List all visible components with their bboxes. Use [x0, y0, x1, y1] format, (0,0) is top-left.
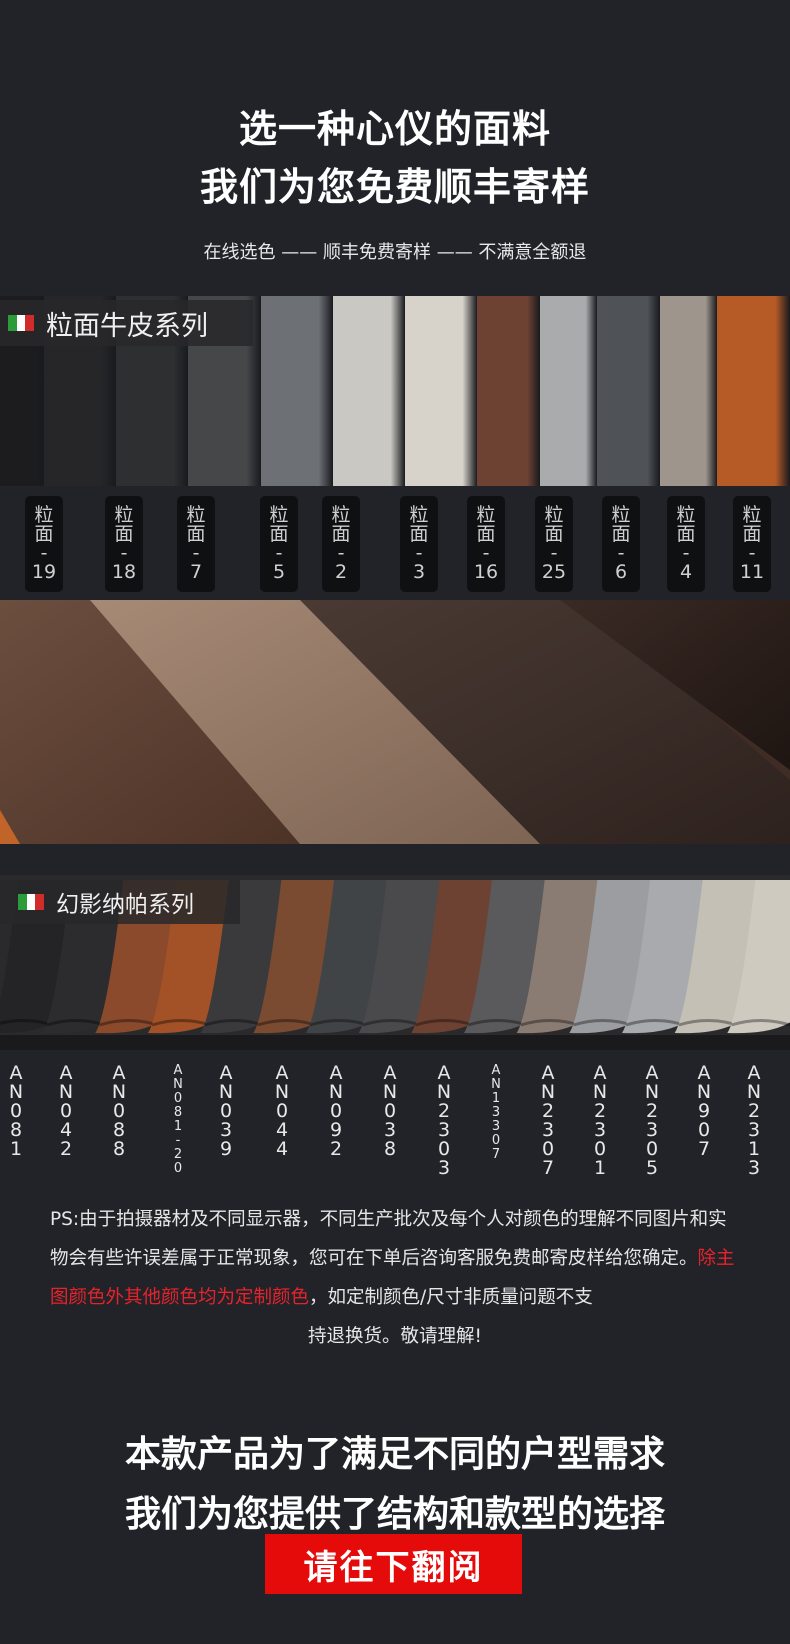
label-char: 7	[189, 561, 203, 583]
code-char: 3	[437, 1157, 451, 1179]
nappa-swatch-code: AN081	[4, 1064, 28, 1159]
code-char: N	[173, 1077, 183, 1092]
nappa-swatch-codes: AN081AN042AN088AN081-20AN039AN044AN092AN…	[0, 1064, 790, 1188]
label-char: 25	[541, 561, 567, 583]
label-char: 6	[614, 561, 628, 583]
disclaimer-last-line: 持退换货。敬请理解!	[308, 1326, 482, 1347]
grain-swatch-label: 粒面-6	[602, 496, 640, 592]
nappa-swatch-code: AN2301	[588, 1064, 612, 1178]
disclaimer-text: PS:由于拍摄器材及不同显示器，不同生产批次及每个人对颜色的理解不同图片和实物会…	[50, 1209, 727, 1269]
nappa-swatch-code: AN092	[324, 1064, 348, 1159]
code-char: 4	[275, 1138, 289, 1160]
nappa-swatch-code: AN039	[214, 1064, 238, 1159]
code-char: 1	[9, 1138, 23, 1160]
code-char: -	[175, 1133, 181, 1148]
grain-swatch-label: 粒面 -11	[733, 496, 771, 592]
grain-swatch	[260, 296, 333, 486]
grain-swatch	[659, 296, 717, 486]
grain-swatch	[716, 296, 790, 486]
scroll-down-button[interactable]: 请往下翻阅	[265, 1534, 522, 1594]
code-char: 2	[59, 1138, 73, 1160]
page-subtitle: 我们为您免费顺丰寄样	[199, 165, 590, 209]
grain-swatch-label: 粒面-2	[322, 496, 360, 592]
label-char: 5	[272, 561, 286, 583]
series-title-grain: 粒面牛皮系列	[46, 310, 208, 342]
code-char: 0	[173, 1161, 183, 1176]
grain-swatch-label: 粒面 -19	[25, 496, 63, 592]
code-char: 0	[491, 1133, 501, 1148]
label-char: 16	[473, 561, 499, 583]
code-char: 8	[112, 1138, 126, 1160]
grain-swatch	[332, 296, 405, 486]
footer-headline-1: 本款产品为了满足不同的户型需求	[124, 1434, 665, 1475]
code-char: 8	[383, 1138, 397, 1160]
grain-swatch-label: 粒面-4	[667, 496, 705, 592]
disclaimer-text-cont: ，如定制颜色/尺寸非质量问题不支	[309, 1287, 593, 1308]
code-char: 9	[219, 1138, 233, 1160]
nappa-swatch-code: AN088	[107, 1064, 131, 1159]
code-char: 5	[645, 1157, 659, 1179]
nappa-swatch-code: AN2303	[432, 1064, 456, 1178]
italy-flag-icon	[18, 894, 45, 910]
footer-headline-2: 我们为您提供了结构和款型的选择	[124, 1494, 665, 1535]
code-char: 1	[173, 1119, 183, 1134]
grain-swatch-label: 粒面-3	[400, 496, 438, 592]
grain-swatch	[596, 296, 660, 486]
code-char: 7	[491, 1147, 501, 1162]
code-char: N	[491, 1077, 501, 1092]
code-char: 3	[491, 1105, 501, 1120]
grain-swatch-label: 粒面-7	[177, 496, 215, 592]
grain-swatch	[476, 296, 540, 486]
nappa-swatch-code: AN038	[378, 1064, 402, 1159]
code-char: 0	[173, 1091, 183, 1106]
nappa-swatch-code: AN2313	[742, 1064, 766, 1178]
series-label-nappa: 幻影纳帕系列	[0, 880, 240, 924]
code-char: 2	[329, 1138, 343, 1160]
series-title-nappa: 幻影纳帕系列	[56, 892, 194, 918]
code-char: A	[173, 1063, 183, 1078]
nappa-swatch-code: AN2307	[536, 1064, 560, 1178]
label-char: 18	[111, 561, 137, 583]
series-label-grain: 粒面牛皮系列	[0, 300, 253, 346]
service-steps: 在线选色 —— 顺丰免费寄样 —— 不满意全额退	[203, 242, 587, 263]
code-char: A	[491, 1063, 501, 1078]
grain-swatch-labels: 粒面 -19 粒面 -18 粒面 -7 粒面 -5 粒面 -2 粒面 -3 粒面 -16 粒面 -25 粒面 -6…	[0, 496, 790, 596]
nappa-swatch-code: AN044	[270, 1064, 294, 1159]
code-char: 8	[173, 1105, 183, 1120]
code-char: 2	[173, 1147, 183, 1162]
grain-swatch	[539, 296, 597, 486]
label-char: 3	[412, 561, 426, 583]
label-char: 2	[334, 561, 348, 583]
grain-swatch-label: 粒面 -25	[535, 496, 573, 592]
nappa-swatch-code: AN042	[54, 1064, 78, 1159]
italy-flag-icon	[8, 315, 35, 331]
label-char: 19	[31, 561, 57, 583]
code-char: 1	[491, 1091, 501, 1106]
grain-swatch-label: 粒面 -18	[105, 496, 143, 592]
label-char: 11	[739, 561, 765, 583]
code-char: 7	[541, 1157, 555, 1179]
code-char: 1	[593, 1157, 607, 1179]
code-char: 3	[747, 1157, 761, 1179]
nappa-swatch-code: AN13307	[484, 1064, 508, 1162]
code-char: 3	[491, 1119, 501, 1134]
label-char: 4	[679, 561, 693, 583]
nappa-swatch-code: AN907	[692, 1064, 716, 1159]
grain-swatch-label: 粒面 -16	[467, 496, 505, 592]
page-title: 选一种心仪的面料	[238, 107, 551, 151]
nappa-swatch-code: AN2305	[640, 1064, 664, 1178]
nappa-swatch-code: AN081-20	[166, 1064, 190, 1176]
color-disclaimer: PS:由于拍摄器材及不同显示器，不同生产批次及每个人对颜色的理解不同图片和实物会…	[50, 1200, 740, 1356]
grain-swatch	[404, 296, 477, 486]
grain-swatch-label: 粒面-5	[260, 496, 298, 592]
leather-closeup-photo	[0, 600, 790, 844]
code-char: 7	[697, 1138, 711, 1160]
